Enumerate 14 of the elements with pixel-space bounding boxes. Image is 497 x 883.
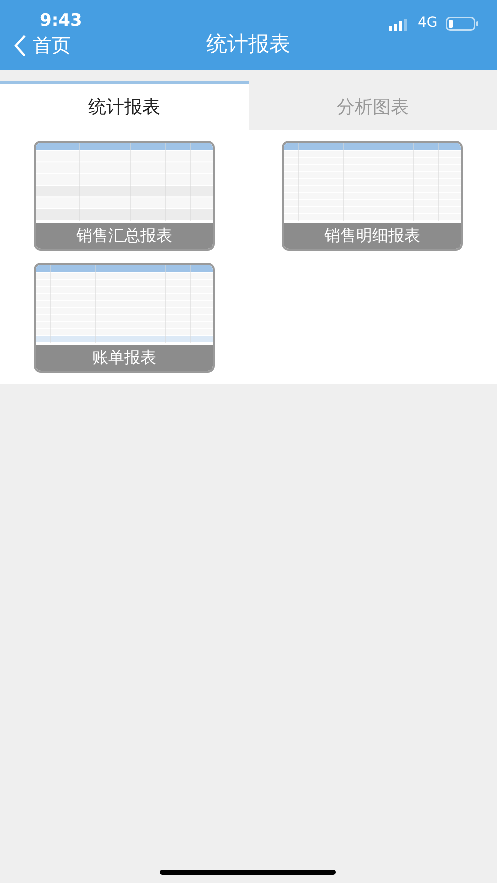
report-title: 销售汇总报表 <box>36 223 213 249</box>
report-title: 销售明细报表 <box>284 223 461 249</box>
back-chevron-icon <box>14 35 27 57</box>
network-label: 4G <box>418 16 438 30</box>
back-button[interactable]: 首页 <box>14 35 71 57</box>
report-card[interactable]: 销售汇总报表 <box>34 141 215 251</box>
battery-icon <box>446 17 479 31</box>
signal-icon <box>389 19 410 31</box>
report-card[interactable]: 账单报表 <box>34 263 215 373</box>
report-title: 账单报表 <box>36 345 213 371</box>
page-title: 统计报表 <box>206 34 290 55</box>
status-time: 9:43 <box>40 13 82 30</box>
tab[interactable]: 统计报表 <box>0 81 248 130</box>
report-card[interactable]: 销售明细报表 <box>282 141 463 251</box>
